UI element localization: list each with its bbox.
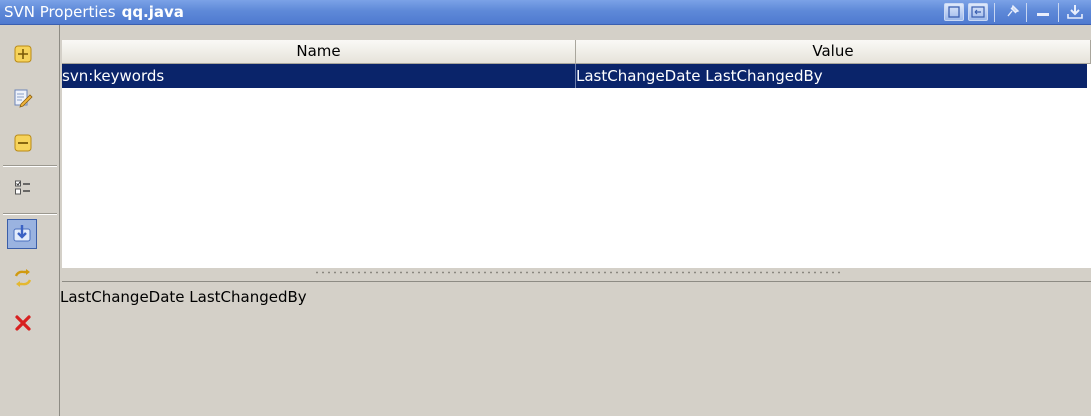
value-editor[interactable]: LastChangeDate LastChangedBy [60,281,1091,416]
property-name-cell[interactable]: svn:keywords [62,64,574,88]
property-value-cell[interactable]: LastChangeDate LastChangedBy [575,64,1088,88]
title-bar: SVN Properties qq.java [0,0,1091,25]
remove-property-button[interactable] [10,130,36,156]
title-separator [994,3,995,22]
splitter-handle[interactable] [62,268,1091,278]
window-title-label: SVN Properties [4,3,116,21]
update-button[interactable] [7,219,37,249]
column-header-value[interactable]: Value [576,40,1091,64]
edit-property-button[interactable] [10,85,36,111]
select-all-button[interactable] [10,175,36,201]
close-button[interactable] [10,310,36,336]
maximize-window-button[interactable] [944,3,964,21]
add-property-icon [14,45,32,63]
refresh-icon [14,269,32,287]
pin-button[interactable] [1003,3,1023,21]
add-property-button[interactable] [10,41,36,67]
title-separator [1058,3,1059,22]
maximize-window-icon [948,6,960,18]
toolbar [0,25,60,416]
toolbar-separator [3,213,57,215]
dock-button[interactable] [1065,3,1085,21]
toolbar-separator [3,165,57,167]
minimize-button[interactable] [1034,3,1054,21]
properties-table: Name Value svn:keywords LastChangeDate L… [62,40,1091,268]
edit-property-icon [14,89,33,108]
restore-window-button[interactable] [968,3,988,21]
close-icon [15,315,31,331]
column-header-name[interactable]: Name [62,40,576,64]
window-file-name: qq.java [121,3,184,21]
select-all-icon [15,180,30,195]
remove-property-icon [14,134,32,152]
refresh-button[interactable] [10,265,36,291]
title-separator [1026,3,1027,22]
dock-icon [1067,5,1083,19]
splitter-grip [314,271,844,274]
restore-window-icon [971,6,985,18]
update-icon [13,225,31,242]
minimize-icon [1037,13,1049,16]
value-editor-text: LastChangeDate LastChangedBy [60,288,307,306]
table-row[interactable]: svn:keywords LastChangeDate LastChangedB… [62,64,1087,88]
window-title: SVN Properties qq.java [4,3,184,21]
pin-icon [1007,4,1020,17]
